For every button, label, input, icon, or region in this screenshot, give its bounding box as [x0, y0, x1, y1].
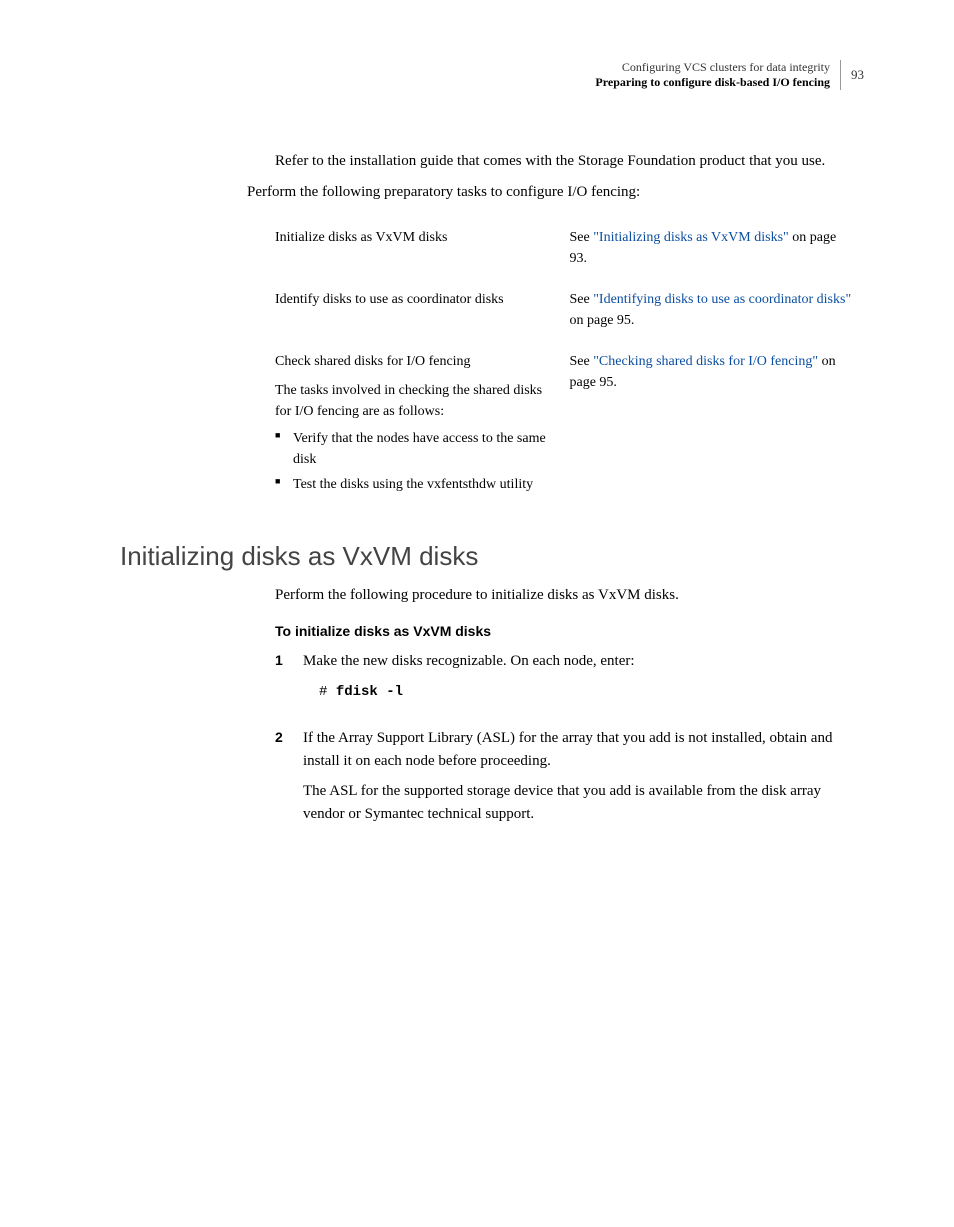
- list-item: 1 Make the new disks recognizable. On ea…: [275, 650, 864, 714]
- task-left: Check shared disks for I/O fencing The t…: [275, 341, 570, 509]
- task-left: Initialize disks as VxVM disks: [275, 217, 570, 279]
- intro-para-1: Refer to the installation guide that com…: [275, 150, 864, 173]
- step-text-2: The ASL for the supported storage device…: [303, 780, 864, 825]
- task-bullets: Verify that the nodes have access to the…: [275, 428, 560, 495]
- step-text: If the Array Support Library (ASL) for t…: [303, 727, 864, 772]
- page-header: Configuring VCS clusters for data integr…: [120, 60, 864, 90]
- task-right: See "Identifying disks to use as coordin…: [570, 279, 865, 341]
- list-item: 2 If the Array Support Library (ASL) for…: [275, 727, 864, 833]
- code-command: fdisk -l: [336, 684, 403, 700]
- link-identify-disks[interactable]: "Identifying disks to use as coordinator…: [593, 292, 851, 307]
- code-block: # fdisk -l: [319, 682, 864, 703]
- section-heading: Initializing disks as VxVM disks: [120, 541, 864, 572]
- task-left-line2: The tasks involved in checking the share…: [275, 380, 560, 422]
- step-body: Make the new disks recognizable. On each…: [303, 650, 864, 714]
- step-number: 1: [275, 650, 303, 714]
- intro-para-2: Perform the following preparatory tasks …: [247, 181, 864, 204]
- step-text: Make the new disks recognizable. On each…: [303, 650, 864, 673]
- header-section: Preparing to configure disk-based I/O fe…: [595, 75, 830, 90]
- task-right: See "Checking shared disks for I/O fenci…: [570, 341, 865, 509]
- see-prefix: See: [570, 292, 594, 307]
- step-number: 2: [275, 727, 303, 833]
- link-check-shared[interactable]: "Checking shared disks for I/O fencing": [593, 354, 818, 369]
- table-row: Identify disks to use as coordinator dis…: [275, 279, 864, 341]
- task-right: See "Initializing disks as VxVM disks" o…: [570, 217, 865, 279]
- body-block-1: Refer to the installation guide that com…: [275, 150, 864, 173]
- page: Configuring VCS clusters for data integr…: [0, 0, 954, 1227]
- list-item: Verify that the nodes have access to the…: [275, 428, 560, 470]
- header-chapter: Configuring VCS clusters for data integr…: [595, 60, 830, 75]
- page-number: 93: [841, 67, 864, 83]
- steps-list: 1 Make the new disks recognizable. On ea…: [275, 650, 864, 834]
- see-suffix: on page 95.: [570, 313, 635, 328]
- see-prefix: See: [570, 230, 594, 245]
- table-row: Initialize disks as VxVM disks See "Init…: [275, 217, 864, 279]
- code-prompt: #: [319, 684, 336, 700]
- link-init-disks[interactable]: "Initializing disks as VxVM disks": [593, 230, 789, 245]
- task-table-wrap: Initialize disks as VxVM disks See "Init…: [275, 217, 864, 509]
- section-body: Perform the following procedure to initi…: [275, 584, 864, 833]
- task-left: Identify disks to use as coordinator dis…: [275, 279, 570, 341]
- header-text-block: Configuring VCS clusters for data integr…: [595, 60, 841, 90]
- table-row: Check shared disks for I/O fencing The t…: [275, 341, 864, 509]
- procedure-title: To initialize disks as VxVM disks: [275, 621, 864, 642]
- section-intro: Perform the following procedure to initi…: [275, 584, 864, 607]
- task-table: Initialize disks as VxVM disks See "Init…: [275, 217, 864, 509]
- task-left-line1: Check shared disks for I/O fencing: [275, 351, 560, 372]
- see-prefix: See: [570, 354, 594, 369]
- step-body: If the Array Support Library (ASL) for t…: [303, 727, 864, 833]
- list-item: Test the disks using the vxfentsthdw uti…: [275, 474, 560, 495]
